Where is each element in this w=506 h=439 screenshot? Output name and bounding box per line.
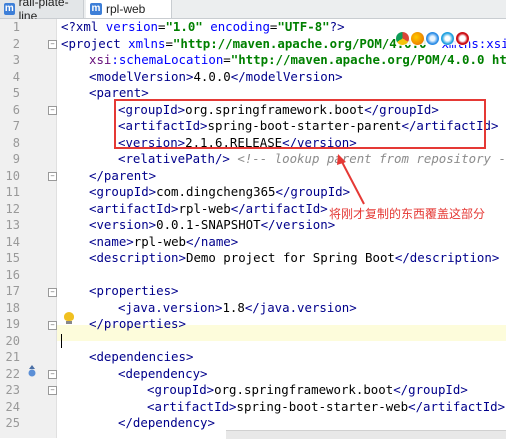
annotation-text: 将刚才复制的东西覆盖这部分 [329,207,486,221]
